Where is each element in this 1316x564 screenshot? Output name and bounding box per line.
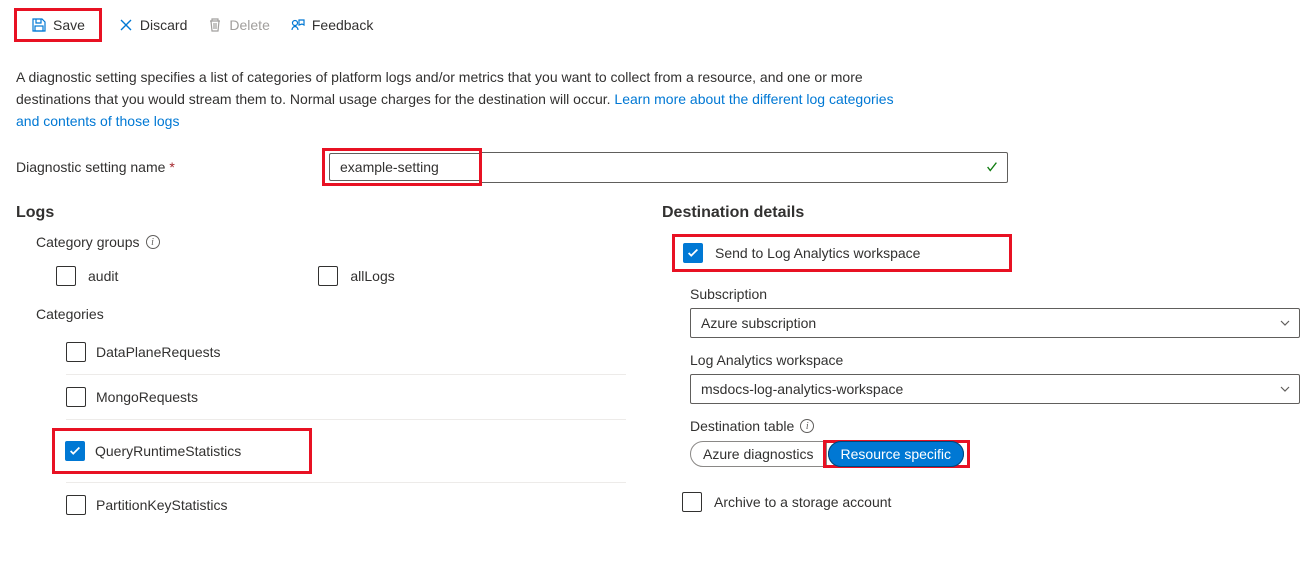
pill-azure-diagnostics[interactable]: Azure diagnostics	[690, 441, 827, 467]
checkbox-box	[318, 266, 338, 286]
dest-table-label: Destination table i	[690, 418, 1300, 434]
setting-name-input-ext[interactable]	[482, 152, 1008, 183]
feedback-label: Feedback	[312, 17, 373, 33]
checkbox-box	[66, 387, 86, 407]
select-value: msdocs-log-analytics-workspace	[701, 381, 903, 397]
checkbox-label: allLogs	[350, 268, 394, 284]
checkbox-alllogs[interactable]: allLogs	[318, 258, 394, 294]
delete-button: Delete	[199, 13, 277, 37]
subscription-label: Subscription	[690, 286, 1300, 302]
checkbox-send-law[interactable]: Send to Log Analytics workspace	[683, 243, 920, 263]
checkbox-partitionkeystatistics[interactable]: PartitionKeyStatistics	[66, 483, 646, 527]
checkbox-box	[683, 243, 703, 263]
law-label: Log Analytics workspace	[690, 352, 1300, 368]
checkbox-label: QueryRuntimeStatistics	[95, 443, 241, 459]
logs-heading: Logs	[16, 204, 646, 222]
checkbox-label: MongoRequests	[96, 389, 198, 405]
description-text: A diagnostic setting specifies a list of…	[16, 66, 896, 132]
checkbox-label: DataPlaneRequests	[96, 344, 221, 360]
destination-heading: Destination details	[662, 204, 1300, 222]
select-value: Azure subscription	[701, 315, 816, 331]
checkbox-box	[56, 266, 76, 286]
checkbox-label: PartitionKeyStatistics	[96, 497, 228, 513]
checkbox-label: audit	[88, 268, 118, 284]
setting-name-label: Diagnostic setting name*	[16, 159, 326, 175]
check-icon	[985, 160, 999, 174]
feedback-icon	[290, 17, 306, 33]
checkbox-box	[66, 342, 86, 362]
law-select[interactable]: msdocs-log-analytics-workspace	[690, 374, 1300, 404]
save-icon	[31, 17, 47, 33]
save-label: Save	[53, 17, 85, 33]
pill-resource-specific[interactable]: Resource specific	[828, 441, 965, 467]
category-groups-label: Category groups i	[36, 234, 646, 250]
checkbox-box	[682, 492, 702, 512]
checkbox-audit[interactable]: audit	[56, 258, 118, 294]
chevron-down-icon	[1279, 317, 1291, 329]
discard-label: Discard	[140, 17, 187, 33]
checkbox-queryruntimestatistics[interactable]: QueryRuntimeStatistics	[65, 435, 241, 467]
checkbox-label: Archive to a storage account	[714, 494, 891, 510]
info-icon[interactable]: i	[800, 419, 814, 433]
checkbox-box	[66, 495, 86, 515]
checkbox-archive-storage[interactable]: Archive to a storage account	[682, 492, 1300, 512]
info-icon[interactable]: i	[146, 235, 160, 249]
subscription-select[interactable]: Azure subscription	[690, 308, 1300, 338]
checkbox-box	[65, 441, 85, 461]
categories-label: Categories	[36, 306, 646, 322]
trash-icon	[207, 17, 223, 33]
feedback-button[interactable]: Feedback	[282, 13, 381, 37]
close-icon	[118, 17, 134, 33]
setting-name-input[interactable]	[329, 153, 479, 181]
checkbox-mongorequests[interactable]: MongoRequests	[66, 375, 646, 419]
checkbox-label: Send to Log Analytics workspace	[715, 245, 920, 261]
delete-label: Delete	[229, 17, 269, 33]
checkbox-dataplanerequests[interactable]: DataPlaneRequests	[66, 330, 646, 374]
chevron-down-icon	[1279, 383, 1291, 395]
discard-button[interactable]: Discard	[110, 13, 195, 37]
save-button[interactable]: Save	[23, 13, 93, 37]
